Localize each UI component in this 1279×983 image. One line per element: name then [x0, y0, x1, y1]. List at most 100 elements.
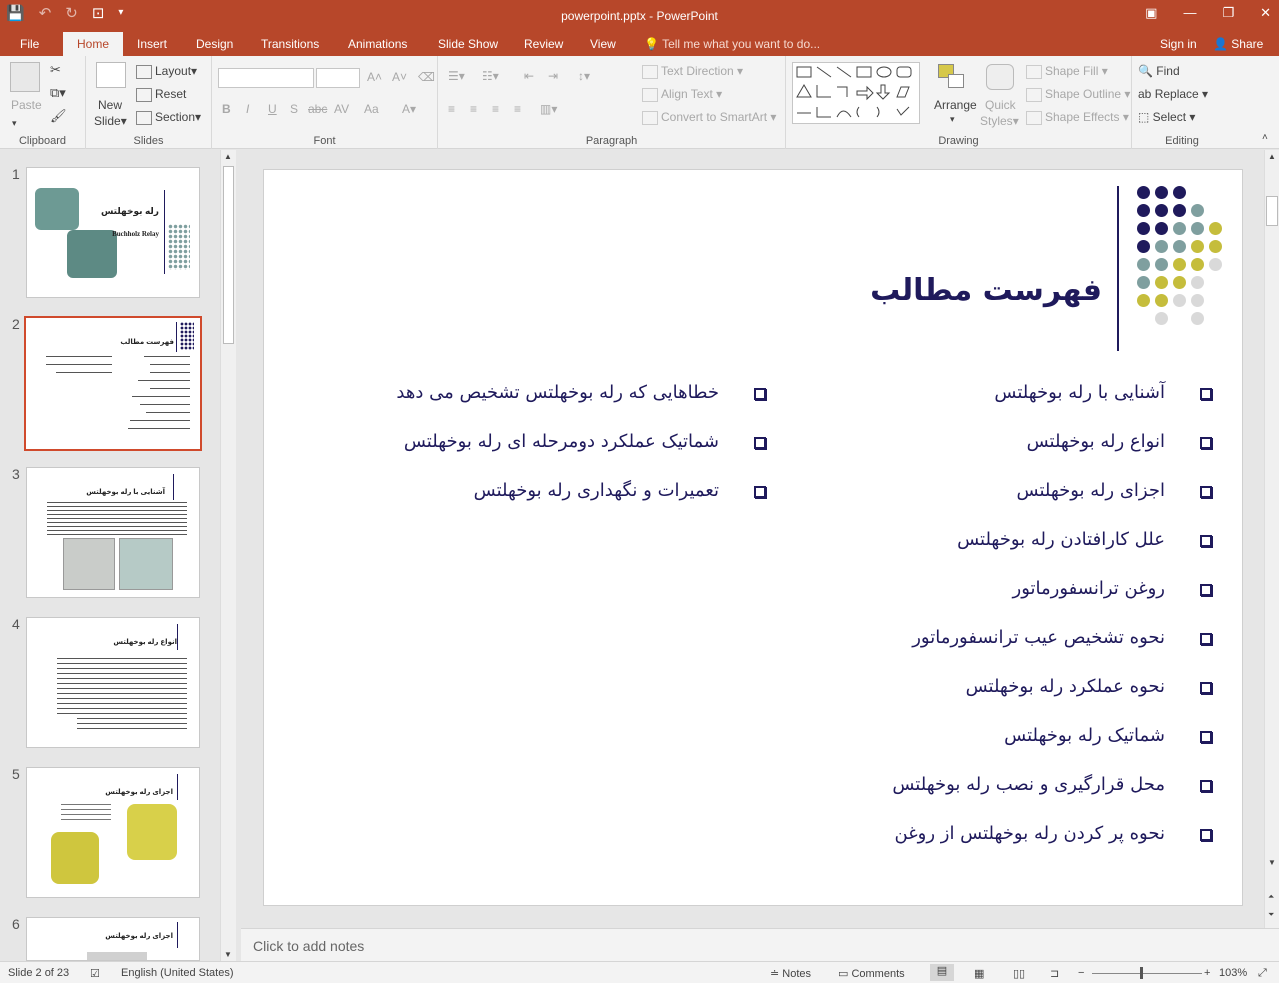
tab-animations[interactable]: Animations — [348, 37, 407, 51]
comments-toggle[interactable]: ▭ Comments — [838, 967, 905, 980]
sign-in-link[interactable]: Sign in — [1160, 37, 1197, 51]
reset-button[interactable]: Reset — [136, 87, 186, 102]
slide-thumbnail-4[interactable]: انواع رله بوخهلتس — [26, 617, 200, 748]
section-button[interactable]: Section▾ — [136, 110, 201, 125]
slide-title[interactable]: فهرست مطالب — [870, 273, 1102, 308]
italic-button[interactable]: I — [246, 102, 249, 116]
slide-thumbnail-2[interactable]: فهرست مطالب — [24, 316, 202, 451]
restore-icon[interactable]: ❐ — [1222, 5, 1234, 21]
zoom-in-icon[interactable]: + — [1204, 967, 1210, 979]
strikethrough-button[interactable]: abc — [308, 102, 327, 116]
slide-thumbnail-3[interactable]: آشنایی با رله بوخهلتس — [26, 467, 200, 598]
collapse-ribbon-icon[interactable]: ˄ — [1262, 132, 1268, 143]
scroll-down-icon[interactable]: ▼ — [224, 950, 232, 959]
copy-icon[interactable]: ⧉▾ — [50, 85, 66, 101]
align-left-icon[interactable]: ≡ — [448, 102, 455, 116]
bold-button[interactable]: B — [222, 102, 231, 116]
format-painter-icon[interactable]: 🖌 — [50, 108, 67, 124]
zoom-level[interactable]: 103% — [1219, 967, 1247, 979]
paste-dropdown-icon[interactable]: ▾ — [12, 118, 17, 129]
zoom-slider-thumb[interactable] — [1140, 967, 1143, 979]
tell-me-search[interactable]: 💡 Tell me what you want to do... — [644, 37, 820, 51]
convert-smartart-button[interactable]: Convert to SmartArt ▾ — [642, 110, 776, 125]
zoom-out-icon[interactable]: − — [1078, 967, 1084, 979]
scroll-up-icon[interactable]: ▲ — [224, 152, 232, 161]
shapes-gallery[interactable] — [792, 62, 920, 124]
tab-file[interactable]: File — [20, 37, 39, 51]
align-text-button[interactable]: Align Text ▾ — [642, 87, 722, 102]
slide-thumbnail-6[interactable]: اجزای رله بوخهلتس — [26, 917, 200, 961]
change-case-button[interactable]: Aa — [364, 102, 379, 116]
slide-thumbnail-1[interactable]: رله بوخهلتس Buchholz Relay — [26, 167, 200, 298]
layout-button[interactable]: Layout▾ — [136, 64, 197, 79]
text-direction-button[interactable]: Text Direction ▾ — [642, 64, 743, 79]
numbering-icon[interactable]: ☷▾ — [482, 69, 499, 83]
shadow-button[interactable]: S — [290, 102, 298, 116]
ribbon-display-options-icon[interactable]: ▣ — [1145, 5, 1157, 21]
quick-styles-button[interactable]: Styles▾ — [980, 114, 1019, 128]
new-slide-button[interactable]: Slide▾ — [94, 114, 127, 128]
new-slide-icon[interactable] — [96, 62, 126, 88]
notes-pane[interactable]: Click to add notes — [241, 928, 1279, 961]
minimize-icon[interactable]: — — [1183, 5, 1196, 21]
slide-canvas[interactable]: فهرست مطالب آشنایی با رله بوخهلتس انواع … — [263, 169, 1243, 906]
tab-home[interactable]: Home — [63, 32, 124, 56]
fit-to-window-icon[interactable]: ⤢ — [1258, 967, 1267, 980]
scroll-thumb[interactable] — [1266, 196, 1278, 226]
previous-slide-icon[interactable]: ⏶ — [1268, 892, 1274, 902]
arrange-dropdown-icon[interactable]: ▾ — [950, 114, 955, 125]
reading-view-icon[interactable]: ▯▯ — [1013, 967, 1025, 980]
slide-scrollbar[interactable]: ▲ ▼ ⏶ ⏷ — [1264, 150, 1279, 928]
slide-show-view-icon[interactable]: ⊐ — [1050, 967, 1059, 980]
replace-button[interactable]: ab Replace ▾ — [1138, 87, 1208, 101]
cut-icon[interactable]: ✂ — [50, 62, 61, 78]
slide-thumbnail-5[interactable]: اجزای رله بوخهلتس — [26, 767, 200, 898]
scroll-up-icon[interactable]: ▲ — [1268, 152, 1276, 161]
spell-check-icon[interactable]: ☑ — [90, 967, 100, 980]
notes-toggle[interactable]: ≐ Notes — [770, 967, 811, 980]
character-spacing-button[interactable]: AV — [334, 102, 349, 116]
decrease-indent-icon[interactable]: ⇤ — [524, 69, 534, 83]
quick-styles-label-1[interactable]: Quick — [985, 98, 1016, 112]
shape-effects-button[interactable]: Shape Effects ▾ — [1026, 110, 1129, 125]
line-spacing-icon[interactable]: ↕▾ — [578, 69, 590, 83]
increase-indent-icon[interactable]: ⇥ — [548, 69, 558, 83]
tab-view[interactable]: View — [590, 37, 616, 51]
next-slide-icon[interactable]: ⏷ — [1268, 910, 1274, 920]
new-slide-label-1[interactable]: New — [98, 98, 122, 112]
columns-icon[interactable]: ▥▾ — [540, 102, 557, 116]
justify-icon[interactable]: ≡ — [514, 102, 521, 116]
bullets-icon[interactable]: ☰▾ — [448, 69, 465, 83]
grow-font-icon[interactable]: A˄ — [367, 70, 382, 84]
find-button[interactable]: 🔍 Find — [1138, 64, 1180, 78]
slide-sorter-view-icon[interactable]: ▦ — [974, 967, 984, 980]
scroll-thumb[interactable] — [223, 166, 234, 344]
zoom-slider[interactable] — [1092, 973, 1202, 974]
align-right-icon[interactable]: ≡ — [492, 102, 499, 116]
select-button[interactable]: ⬚ Select ▾ — [1138, 110, 1195, 124]
quick-styles-icon[interactable] — [986, 64, 1014, 90]
shape-fill-button[interactable]: Shape Fill ▾ — [1026, 64, 1108, 79]
font-color-icon[interactable]: A▾ — [402, 102, 416, 116]
paste-icon[interactable] — [10, 62, 40, 92]
paste-button[interactable]: Paste — [11, 98, 42, 112]
arrange-icon[interactable] — [938, 64, 966, 90]
tab-slide-show[interactable]: Slide Show — [438, 37, 498, 51]
scroll-down-icon[interactable]: ▼ — [1268, 858, 1276, 867]
align-center-icon[interactable]: ≡ — [470, 102, 477, 116]
close-icon[interactable]: ✕ — [1260, 5, 1271, 21]
tab-review[interactable]: Review — [524, 37, 563, 51]
font-size-input[interactable] — [316, 68, 360, 88]
clear-formatting-icon[interactable]: ⌫ — [418, 70, 435, 84]
tab-insert[interactable]: Insert — [137, 37, 167, 51]
language-indicator[interactable]: English (United States) — [121, 967, 234, 979]
tab-transitions[interactable]: Transitions — [261, 37, 319, 51]
notes-placeholder[interactable]: Click to add notes — [253, 938, 364, 954]
tab-design[interactable]: Design — [196, 37, 233, 51]
underline-button[interactable]: U — [268, 102, 277, 116]
share-button[interactable]: 👤 Share — [1213, 37, 1263, 51]
thumbnail-scrollbar[interactable]: ▲ ▼ — [220, 150, 236, 961]
arrange-button[interactable]: Arrange — [934, 98, 977, 112]
shape-outline-button[interactable]: Shape Outline ▾ — [1026, 87, 1130, 102]
shrink-font-icon[interactable]: A˅ — [392, 70, 407, 84]
